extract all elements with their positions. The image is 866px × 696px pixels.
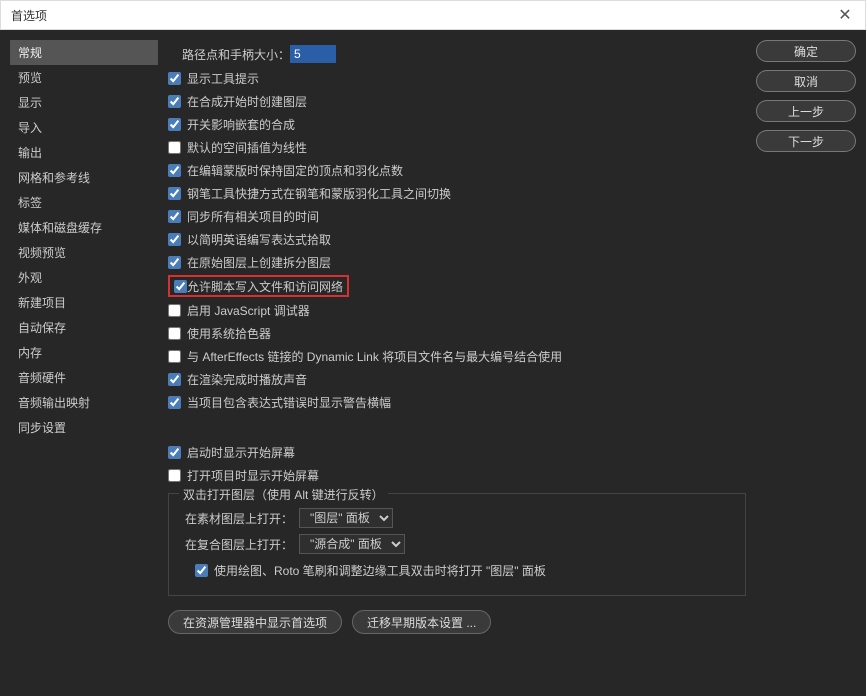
check-row[interactable]: 默认的空间插值为线性	[168, 137, 746, 157]
check-label: 当项目包含表达式错误时显示警告横幅	[187, 394, 391, 411]
checkbox[interactable]	[168, 256, 181, 269]
sidebar-item[interactable]: 音频硬件	[10, 365, 158, 390]
path-size-row: 路径点和手柄大小：	[182, 44, 746, 64]
checkbox[interactable]	[168, 469, 181, 482]
sidebar-item[interactable]: 导入	[10, 115, 158, 140]
check-label: 同步所有相关项目的时间	[187, 208, 319, 225]
paint-open-checkbox[interactable]	[195, 564, 208, 577]
checks-list: 显示工具提示在合成开始时创建图层开关影响嵌套的合成默认的空间插值为线性在编辑蒙版…	[168, 68, 746, 412]
sidebar-item[interactable]: 常规	[10, 40, 158, 65]
sidebar-item[interactable]: 视频预览	[10, 240, 158, 265]
checkbox[interactable]	[168, 187, 181, 200]
main-panel: 路径点和手柄大小： 显示工具提示在合成开始时创建图层开关影响嵌套的合成默认的空间…	[158, 40, 756, 686]
reveal-prefs-button[interactable]: 在资源管理器中显示首选项	[168, 610, 342, 634]
check-row[interactable]: 同步所有相关项目的时间	[168, 206, 746, 226]
paint-open-check[interactable]: 使用绘图、Roto 笔刷和调整边缘工具双击时将打开 "图层" 面板	[195, 560, 733, 580]
checkbox[interactable]	[168, 327, 181, 340]
check-label: 在原始图层上创建拆分图层	[187, 254, 331, 271]
checkbox[interactable]	[168, 210, 181, 223]
footage-open-label: 在素材图层上打开：	[181, 510, 293, 527]
cancel-button[interactable]: 取消	[756, 70, 856, 92]
check-label: 钢笔工具快捷方式在钢笔和蒙版羽化工具之间切换	[187, 185, 451, 202]
check-row[interactable]: 在原始图层上创建拆分图层	[168, 252, 746, 272]
startup-checks: 启动时显示开始屏幕打开项目时显示开始屏幕	[168, 442, 746, 485]
check-label: 以简明英语编写表达式拾取	[187, 231, 331, 248]
ok-button[interactable]: 确定	[756, 40, 856, 62]
check-label: 默认的空间插值为线性	[187, 139, 307, 156]
sidebar-item[interactable]: 同步设置	[10, 415, 158, 440]
check-row[interactable]: 显示工具提示	[168, 68, 746, 88]
checkbox[interactable]	[168, 373, 181, 386]
check-label: 允许脚本写入文件和访问网络	[187, 278, 343, 295]
check-label: 与 AfterEffects 链接的 Dynamic Link 将项目文件名与最…	[187, 348, 562, 365]
checkbox[interactable]	[168, 233, 181, 246]
body: 常规预览显示导入输出网格和参考线标签媒体和磁盘缓存视频预览外观新建项目自动保存内…	[0, 30, 866, 696]
checkbox[interactable]	[168, 350, 181, 363]
group-title: 双击打开图层（使用 Alt 键进行反转）	[179, 486, 388, 503]
check-label: 在编辑蒙版时保持固定的顶点和羽化点数	[187, 162, 403, 179]
check-row[interactable]: 当项目包含表达式错误时显示警告横幅	[168, 392, 746, 412]
comp-open-select[interactable]: "源合成" 面板	[299, 534, 405, 554]
check-row[interactable]: 开关影响嵌套的合成	[168, 114, 746, 134]
checkbox[interactable]	[168, 164, 181, 177]
window-title: 首选项	[11, 7, 47, 24]
sidebar: 常规预览显示导入输出网格和参考线标签媒体和磁盘缓存视频预览外观新建项目自动保存内…	[10, 40, 158, 686]
check-row[interactable]: 与 AfterEffects 链接的 Dynamic Link 将项目文件名与最…	[168, 346, 746, 366]
migrate-settings-button[interactable]: 迁移早期版本设置 ...	[352, 610, 491, 634]
sidebar-item[interactable]: 音频输出映射	[10, 390, 158, 415]
check-row[interactable]: 打开项目时显示开始屏幕	[168, 465, 746, 485]
footage-open-row: 在素材图层上打开： "图层" 面板	[181, 508, 733, 528]
sidebar-item[interactable]: 媒体和磁盘缓存	[10, 215, 158, 240]
sidebar-item[interactable]: 预览	[10, 65, 158, 90]
sidebar-item[interactable]: 网格和参考线	[10, 165, 158, 190]
checkbox[interactable]	[168, 446, 181, 459]
check-row[interactable]: 在合成开始时创建图层	[168, 91, 746, 111]
button-panel: 确定 取消 上一步 下一步	[756, 40, 856, 686]
sidebar-item[interactable]: 新建项目	[10, 290, 158, 315]
check-row[interactable]: 以简明英语编写表达式拾取	[168, 229, 746, 249]
sidebar-item[interactable]: 外观	[10, 265, 158, 290]
check-label: 启用 JavaScript 调试器	[187, 302, 310, 319]
check-label: 打开项目时显示开始屏幕	[187, 467, 319, 484]
check-row[interactable]: 在渲染完成时播放声音	[168, 369, 746, 389]
sidebar-item[interactable]: 输出	[10, 140, 158, 165]
check-row[interactable]: 钢笔工具快捷方式在钢笔和蒙版羽化工具之间切换	[168, 183, 746, 203]
check-label: 在合成开始时创建图层	[187, 93, 307, 110]
checkbox[interactable]	[168, 304, 181, 317]
check-label: 显示工具提示	[187, 70, 259, 87]
sidebar-item[interactable]: 内存	[10, 340, 158, 365]
sidebar-item[interactable]: 显示	[10, 90, 158, 115]
check-row[interactable]: 在编辑蒙版时保持固定的顶点和羽化点数	[168, 160, 746, 180]
checkbox[interactable]	[174, 280, 187, 293]
check-row[interactable]: 使用系统拾色器	[168, 323, 746, 343]
footage-open-select[interactable]: "图层" 面板	[299, 508, 393, 528]
close-icon[interactable]: ✕	[835, 5, 855, 25]
checkbox[interactable]	[168, 95, 181, 108]
highlighted-check: 允许脚本写入文件和访问网络	[168, 275, 349, 297]
comp-open-label: 在复合图层上打开：	[181, 536, 293, 553]
check-label: 启动时显示开始屏幕	[187, 444, 295, 461]
check-row[interactable]: 允许脚本写入文件和访问网络	[168, 275, 746, 297]
checkbox[interactable]	[168, 118, 181, 131]
check-label: 使用系统拾色器	[187, 325, 271, 342]
prev-button[interactable]: 上一步	[756, 100, 856, 122]
next-button[interactable]: 下一步	[756, 130, 856, 152]
comp-open-row: 在复合图层上打开： "源合成" 面板	[181, 534, 733, 554]
bottom-buttons: 在资源管理器中显示首选项 迁移早期版本设置 ...	[168, 610, 746, 634]
paint-open-label: 使用绘图、Roto 笔刷和调整边缘工具双击时将打开 "图层" 面板	[214, 562, 546, 579]
path-size-input[interactable]	[290, 45, 336, 63]
sidebar-item[interactable]: 标签	[10, 190, 158, 215]
checkbox[interactable]	[168, 396, 181, 409]
sidebar-item[interactable]: 自动保存	[10, 315, 158, 340]
checkbox[interactable]	[168, 141, 181, 154]
check-row[interactable]: 启用 JavaScript 调试器	[168, 300, 746, 320]
titlebar: 首选项 ✕	[0, 0, 866, 30]
check-label: 在渲染完成时播放声音	[187, 371, 307, 388]
layer-open-group: 双击打开图层（使用 Alt 键进行反转） 在素材图层上打开： "图层" 面板 在…	[168, 493, 746, 596]
path-size-label: 路径点和手柄大小：	[182, 46, 290, 63]
check-row[interactable]: 启动时显示开始屏幕	[168, 442, 746, 462]
check-label: 开关影响嵌套的合成	[187, 116, 295, 133]
checkbox[interactable]	[168, 72, 181, 85]
